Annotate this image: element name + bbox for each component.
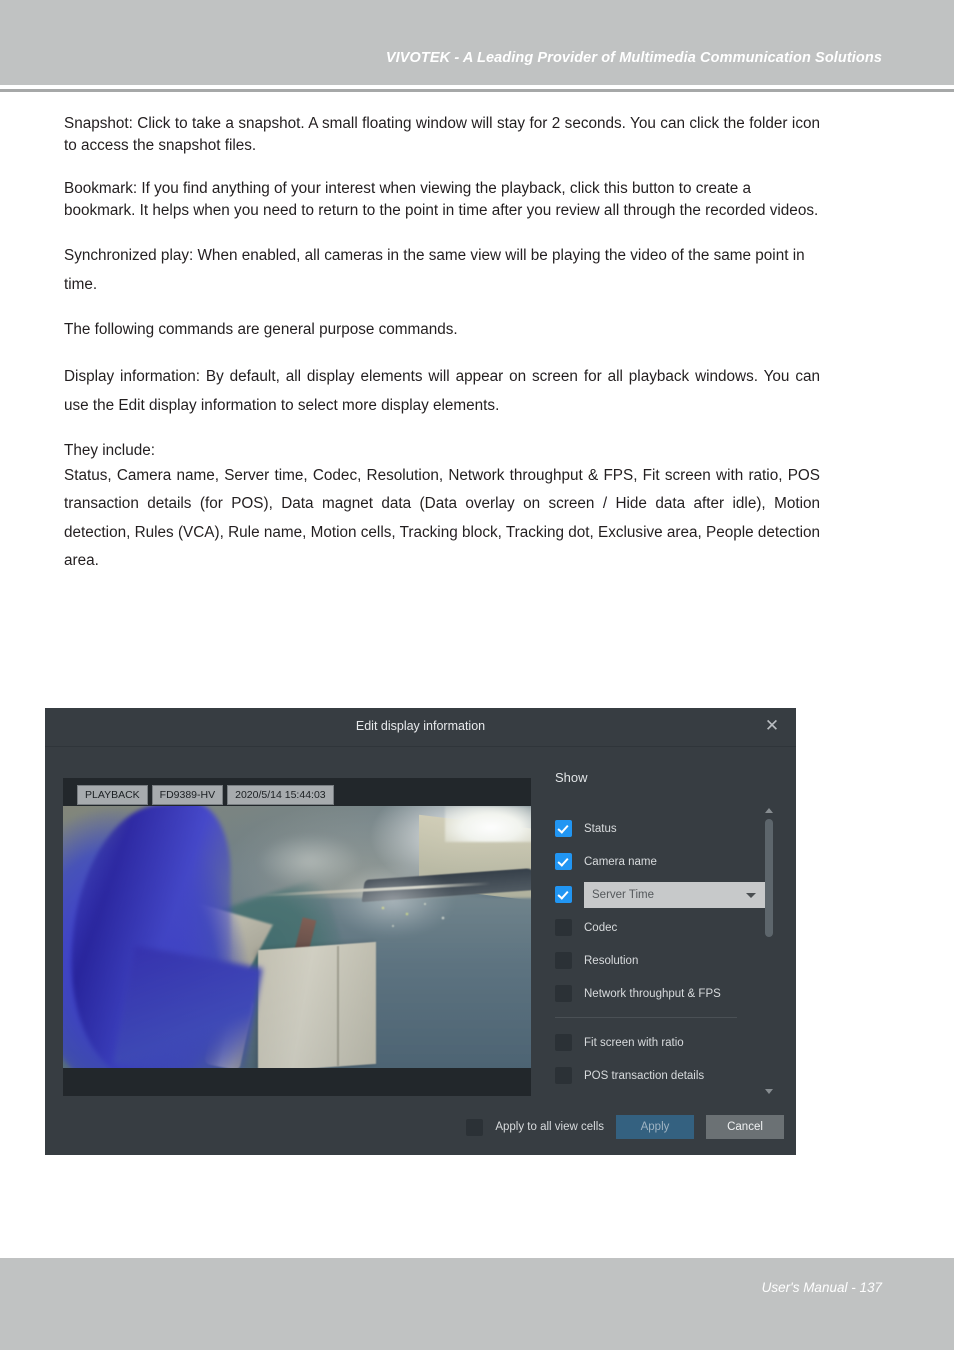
option-label-codec: Codec — [584, 921, 618, 934]
apply-button[interactable]: Apply — [616, 1115, 694, 1139]
checkbox-pos-transaction-details[interactable] — [555, 1067, 572, 1084]
close-icon[interactable]: ✕ — [762, 716, 782, 736]
option-row-resolution[interactable]: Resolution — [555, 944, 781, 977]
edit-display-information-dialog: Edit display information ✕ PLAYBACK FD93… — [45, 708, 796, 1155]
server-time-dropdown-value: Server Time — [592, 888, 654, 901]
checkbox-codec[interactable] — [555, 919, 572, 936]
dialog-footer-controls: Apply to all view cells Apply Cancel — [466, 1115, 784, 1139]
server-time-dropdown[interactable]: Server Time — [584, 881, 766, 908]
header-divider-rule — [0, 89, 954, 92]
status-chip: PLAYBACK — [77, 785, 148, 805]
option-row-camera-name[interactable]: Camera name — [555, 845, 781, 878]
chevron-down-icon — [746, 892, 756, 898]
chevron-up-icon[interactable] — [765, 808, 773, 813]
option-row-pos-transaction[interactable]: POS transaction details — [555, 1059, 781, 1092]
page-header-band — [0, 0, 954, 85]
show-heading: Show — [555, 770, 588, 785]
paragraph-bookmark: Bookmark: If you find anything of your i… — [64, 179, 819, 219]
document-body: Snapshot: Click to take a snapshot. A sm… — [64, 113, 820, 595]
cancel-button[interactable]: Cancel — [706, 1115, 784, 1139]
option-group-divider — [555, 1017, 737, 1018]
checkbox-fit-screen-with-ratio[interactable] — [555, 1034, 572, 1051]
options-scrollbar[interactable] — [763, 808, 775, 1094]
video-osd-overlay: PLAYBACK FD9389-HV 2020/5/14 15:44:03 — [77, 785, 334, 805]
video-preview-panel[interactable]: PLAYBACK FD9389-HV 2020/5/14 15:44:03 — [63, 778, 531, 1096]
paragraph-element-list: Status, Camera name, Server time, Codec,… — [64, 467, 820, 570]
paragraph-they-include: They include: — [64, 441, 155, 459]
checkbox-server-time[interactable] — [555, 886, 572, 903]
dialog-titlebar: Edit display information ✕ — [45, 708, 796, 747]
dialog-footer: Apply to all view cells Apply Cancel — [45, 1101, 796, 1155]
page-footer-text: User's Manual - 137 — [761, 1280, 882, 1295]
paragraph-display-information: Display information: By default, all dis… — [64, 368, 820, 414]
paragraph-synchronized-play: Synchronized play: When enabled, all cam… — [64, 247, 805, 293]
option-label-resolution: Resolution — [584, 954, 639, 967]
video-haze-layer — [63, 806, 531, 1068]
option-label-pos-transaction: POS transaction details — [584, 1069, 705, 1082]
scrollbar-thumb[interactable] — [765, 819, 773, 937]
display-element-list: Status Camera name Server Time Codec Res… — [555, 812, 781, 1092]
paragraph-snapshot: Snapshot: Click to take a snapshot. A sm… — [64, 115, 820, 155]
dialog-title: Edit display information — [355, 719, 486, 733]
checkbox-resolution[interactable] — [555, 952, 572, 969]
video-preview-image — [63, 806, 531, 1068]
page-footer-band — [0, 1258, 954, 1350]
option-row-server-time[interactable]: Server Time — [555, 878, 781, 911]
server-time-chip: 2020/5/14 15:44:03 — [227, 785, 334, 805]
option-label-camera-name: Camera name — [584, 855, 657, 868]
paragraph-general-commands: The following commands are general purpo… — [64, 320, 458, 338]
checkbox-network-throughput[interactable] — [555, 985, 572, 1002]
show-options-panel: Show Status Camera name Server Time Code… — [555, 770, 781, 1100]
option-row-network-throughput[interactable]: Network throughput & FPS — [555, 977, 781, 1010]
option-row-fit-screen[interactable]: Fit screen with ratio — [555, 1026, 781, 1059]
apply-to-all-view-cells-label: Apply to all view cells — [495, 1121, 604, 1133]
option-row-codec[interactable]: Codec — [555, 911, 781, 944]
page-header-title: VIVOTEK - A Leading Provider of Multimed… — [385, 50, 882, 66]
option-label-fit-screen: Fit screen with ratio — [584, 1036, 684, 1049]
camera-name-chip: FD9389-HV — [151, 785, 224, 805]
option-row-status[interactable]: Status — [555, 812, 781, 845]
option-label-network-throughput: Network throughput & FPS — [584, 987, 721, 1000]
checkbox-camera-name[interactable] — [555, 853, 572, 870]
option-label-status: Status — [584, 822, 617, 835]
checkbox-status[interactable] — [555, 820, 572, 837]
chevron-down-icon[interactable] — [765, 1089, 773, 1094]
checkbox-apply-to-all-view-cells[interactable] — [466, 1118, 484, 1136]
